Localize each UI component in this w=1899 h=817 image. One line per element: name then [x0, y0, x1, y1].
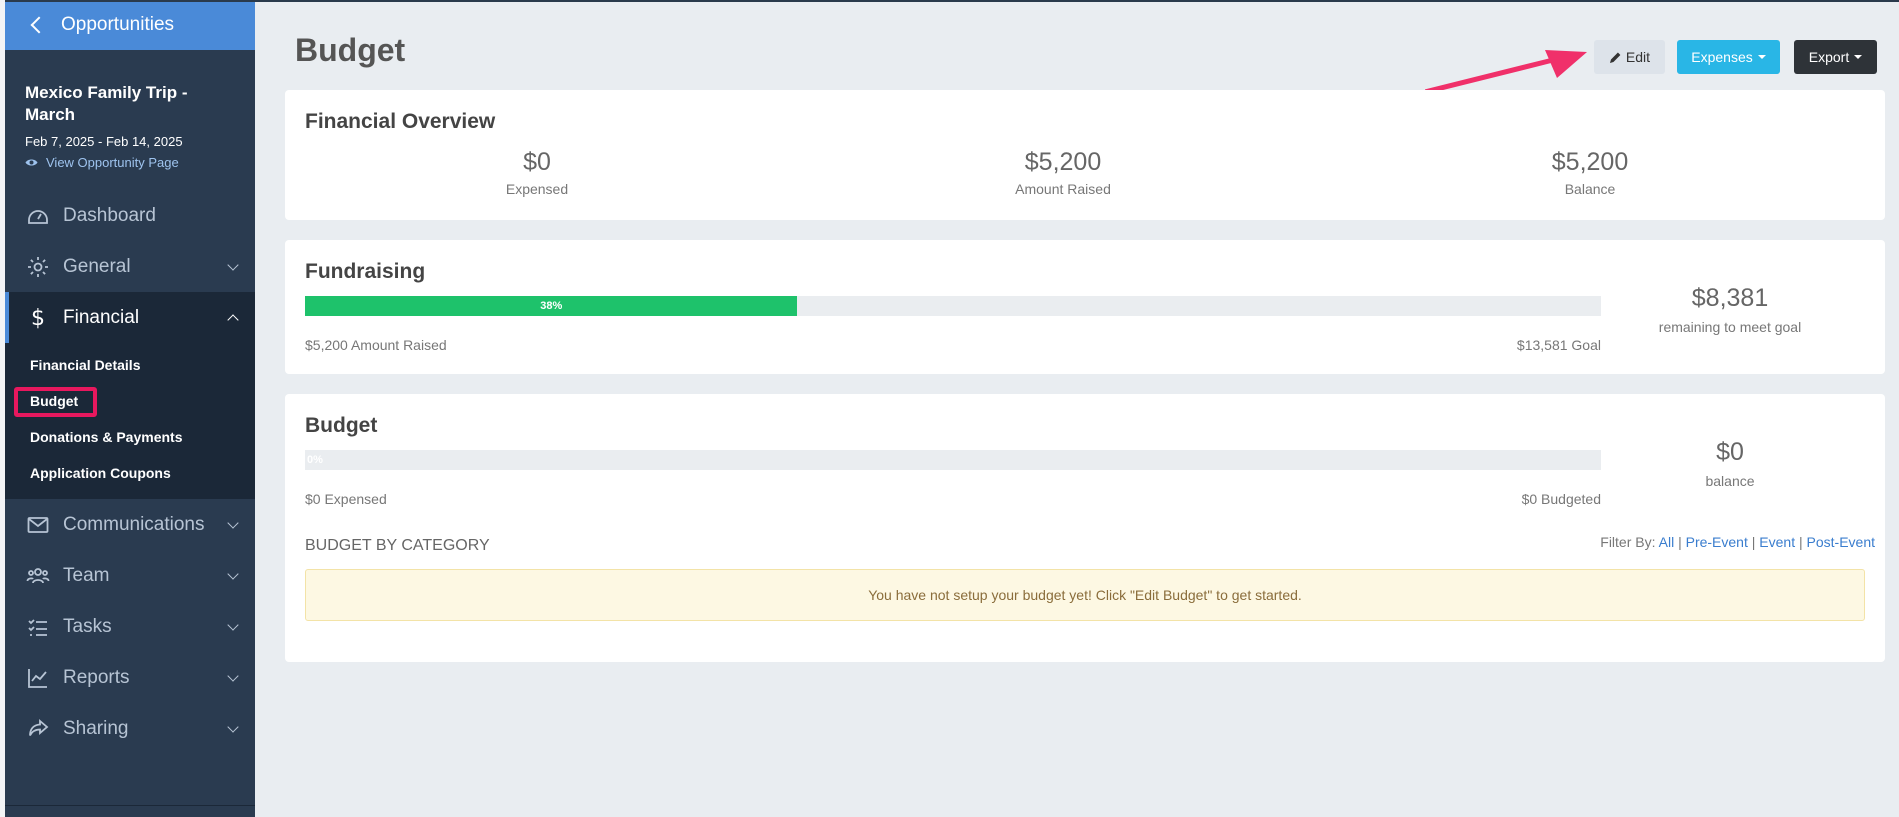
sidebar-item-financial[interactable]: $ Financial [5, 292, 255, 343]
sidebar-item-label: Team [63, 564, 110, 586]
submenu-financial-details[interactable]: Financial Details [5, 347, 255, 383]
filter-post-event-link[interactable]: Post-Event [1807, 534, 1875, 550]
financial-submenu: Financial Details Budget Donations & Pay… [5, 343, 255, 499]
card-title: Financial Overview [305, 110, 496, 133]
edit-button[interactable]: Edit [1594, 40, 1665, 74]
sidebar-item-label: Reports [63, 666, 130, 688]
stat-value: $5,200 [1551, 148, 1629, 176]
stat-label: Balance [1564, 181, 1616, 197]
sidebar-item-team[interactable]: Team [5, 550, 255, 601]
card-title: Budget [305, 414, 378, 437]
goal-text: $13,581 Goal [1516, 337, 1601, 353]
dashboard-icon [25, 203, 51, 229]
stat-value: $5,200 [1024, 148, 1102, 176]
remaining-stat: $8,381 remaining to meet goal [1630, 284, 1830, 335]
sidebar-item-label: Tasks [63, 615, 112, 637]
main-content: Budget Edit Expenses Export Financial Ov… [255, 0, 1899, 817]
back-to-opportunities[interactable]: Opportunities [5, 0, 255, 50]
stat-value: $0 [1716, 438, 1744, 466]
progress-fill: 38% [305, 296, 798, 316]
sidebar-footer [5, 805, 255, 817]
filter-event-link[interactable]: Event [1759, 534, 1795, 550]
sidebar-item-label: Financial [63, 306, 140, 328]
sidebar-item-dashboard[interactable]: Dashboard [5, 190, 255, 241]
filter-pre-event-link[interactable]: Pre-Event [1686, 534, 1748, 550]
budget-by-category-heading: BUDGET BY CATEGORY [305, 537, 490, 554]
sidebar: Opportunities Mexico Family Trip - March… [5, 0, 255, 817]
progress-fill: 0% [307, 454, 323, 466]
edit-label: Edit [1625, 49, 1650, 65]
chevron-down-icon [227, 258, 239, 271]
amount-raised-text: $5,200 Amount Raised [305, 337, 447, 353]
empty-budget-alert: You have not setup your budget yet! Clic… [305, 569, 1865, 621]
expenses-dropdown-button[interactable]: Expenses [1677, 40, 1780, 74]
category-filter: Filter By: All | Pre-Event | Event | Pos… [1600, 534, 1875, 550]
chevron-down-icon [227, 720, 239, 733]
budget-progress-bar: 0% [305, 450, 1601, 470]
trip-info: Mexico Family Trip - March Feb 7, 2025 -… [5, 50, 255, 170]
balance-stat: $5,200 Balance [1490, 148, 1690, 197]
export-label: Export [1808, 49, 1850, 65]
eye-icon [25, 159, 38, 166]
pencil-icon [1609, 52, 1621, 63]
stat-label: Expensed [505, 181, 569, 197]
sidebar-item-communications[interactable]: Communications [5, 499, 255, 550]
expensed-stat: $0 Expensed [437, 148, 637, 197]
team-icon [25, 563, 51, 589]
budget-card: Budget 0% $0 Expensed $0 Budgeted $0 bal… [285, 394, 1885, 662]
submenu-application-coupons[interactable]: Application Coupons [5, 455, 255, 491]
filter-label: Filter By: [1600, 534, 1656, 550]
submenu-budget[interactable]: Budget [5, 383, 255, 419]
sidebar-item-label: Communications [63, 513, 205, 535]
sidebar-item-sharing[interactable]: Sharing [5, 703, 255, 754]
expenses-label: Expenses [1691, 49, 1753, 65]
sidebar-item-general[interactable]: General [5, 241, 255, 292]
stat-value: $8,381 [1691, 284, 1769, 312]
stat-label: balance [1705, 473, 1755, 489]
budgeted-text: $0 Budgeted [1521, 491, 1601, 507]
chevron-down-icon [227, 618, 239, 631]
view-opportunity-link[interactable]: View Opportunity Page [25, 155, 235, 170]
chevron-down-icon [227, 516, 239, 529]
caret-down-icon [1757, 55, 1766, 59]
financial-overview-card: Financial Overview $0 Expensed $5,200 Am… [285, 90, 1885, 220]
trip-dates: Feb 7, 2025 - Feb 14, 2025 [25, 134, 183, 149]
stat-label: Amount Raised [1015, 181, 1111, 197]
sidebar-item-label: Dashboard [63, 204, 156, 226]
svg-text:$: $ [31, 306, 45, 330]
chart-icon [25, 665, 51, 691]
fundraising-progress-bar: 38% [305, 296, 1601, 316]
chevron-down-icon [227, 669, 239, 682]
chevron-down-icon [227, 567, 239, 580]
back-label: Opportunities [61, 14, 175, 35]
sidebar-item-tasks[interactable]: Tasks [5, 601, 255, 652]
top-border [0, 0, 1899, 2]
export-dropdown-button[interactable]: Export [1794, 40, 1877, 74]
expensed-text: $0 Expensed [305, 491, 387, 507]
dollar-icon: $ [25, 305, 51, 331]
tasks-icon [25, 614, 51, 640]
fundraising-card: Fundraising 38% $5,200 Amount Raised $13… [285, 240, 1885, 374]
filter-all-link[interactable]: All [1659, 534, 1675, 550]
chevron-up-icon [227, 313, 239, 326]
left-border [0, 0, 5, 817]
stat-label: remaining to meet goal [1658, 319, 1802, 335]
sidebar-item-label: General [63, 255, 131, 277]
amount-raised-stat: $5,200 Amount Raised [963, 148, 1163, 197]
gear-icon [25, 254, 51, 280]
page-title: Budget [295, 32, 406, 68]
sidebar-item-label: Sharing [63, 717, 129, 739]
sidebar-nav: Dashboard General $ Financial Financial … [5, 190, 255, 754]
sidebar-item-reports[interactable]: Reports [5, 652, 255, 703]
view-link-label: View Opportunity Page [46, 155, 179, 170]
share-icon [25, 716, 51, 742]
chevron-left-icon [30, 16, 48, 34]
trip-title: Mexico Family Trip - March [25, 83, 188, 124]
envelope-icon [25, 512, 51, 538]
card-title: Fundraising [305, 260, 426, 283]
submenu-donations-payments[interactable]: Donations & Payments [5, 419, 255, 455]
caret-down-icon [1854, 55, 1863, 59]
stat-value: $0 [523, 148, 551, 176]
budget-balance-stat: $0 balance [1630, 438, 1830, 489]
